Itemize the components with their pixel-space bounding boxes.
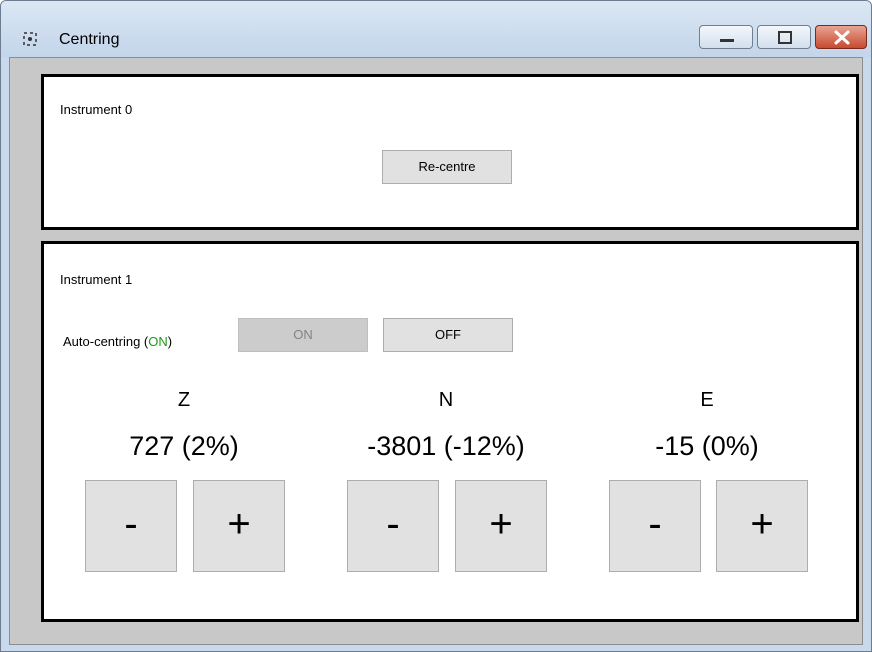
title-bar[interactable]: Centring [1, 1, 871, 57]
axis-n-minus-button[interactable]: - [347, 480, 439, 572]
instrument-1-panel: Instrument 1 Auto-centring (ON) ON OFF Z… [41, 241, 859, 622]
axis-n-label: N [438, 389, 454, 411]
crosshair-icon [23, 32, 37, 46]
instrument-0-panel: Instrument 0 Re-centre [41, 74, 859, 230]
autocentring-label-prefix: Auto-centring ( [63, 334, 149, 349]
centring-window: Centring Instrument 0 Re-centre Instrume… [0, 0, 872, 652]
autocentring-label: Auto-centring (ON) [63, 334, 172, 349]
autocentring-on-button[interactable]: ON [238, 318, 368, 352]
maximize-button[interactable] [757, 25, 811, 49]
axis-e-minus-button[interactable]: - [609, 480, 701, 572]
window-title: Centring [59, 31, 120, 48]
autocentring-status: ON [148, 334, 168, 349]
axis-z-minus-button[interactable]: - [85, 480, 177, 572]
instrument-1-title: Instrument 1 [60, 272, 133, 287]
axis-e-plus-button[interactable]: + [716, 480, 808, 572]
axis-n-value: -3801 (-12%) [367, 431, 525, 461]
instrument-0-title: Instrument 0 [60, 102, 133, 117]
axis-e-value: -15 (0%) [655, 431, 759, 461]
axis-z-value: 727 (2%) [129, 431, 239, 461]
axis-z-label: Z [177, 389, 191, 411]
close-button[interactable] [815, 25, 867, 49]
axis-e-label: E [700, 389, 714, 411]
axis-n-plus-button[interactable]: + [455, 480, 547, 572]
client-area: Instrument 0 Re-centre Instrument 1 Auto… [9, 57, 863, 645]
recentre-button[interactable]: Re-centre [382, 150, 512, 184]
minimize-button[interactable] [699, 25, 753, 49]
autocentring-off-button[interactable]: OFF [383, 318, 513, 352]
autocentring-label-suffix: ) [167, 334, 173, 349]
axis-z-plus-button[interactable]: + [193, 480, 285, 572]
